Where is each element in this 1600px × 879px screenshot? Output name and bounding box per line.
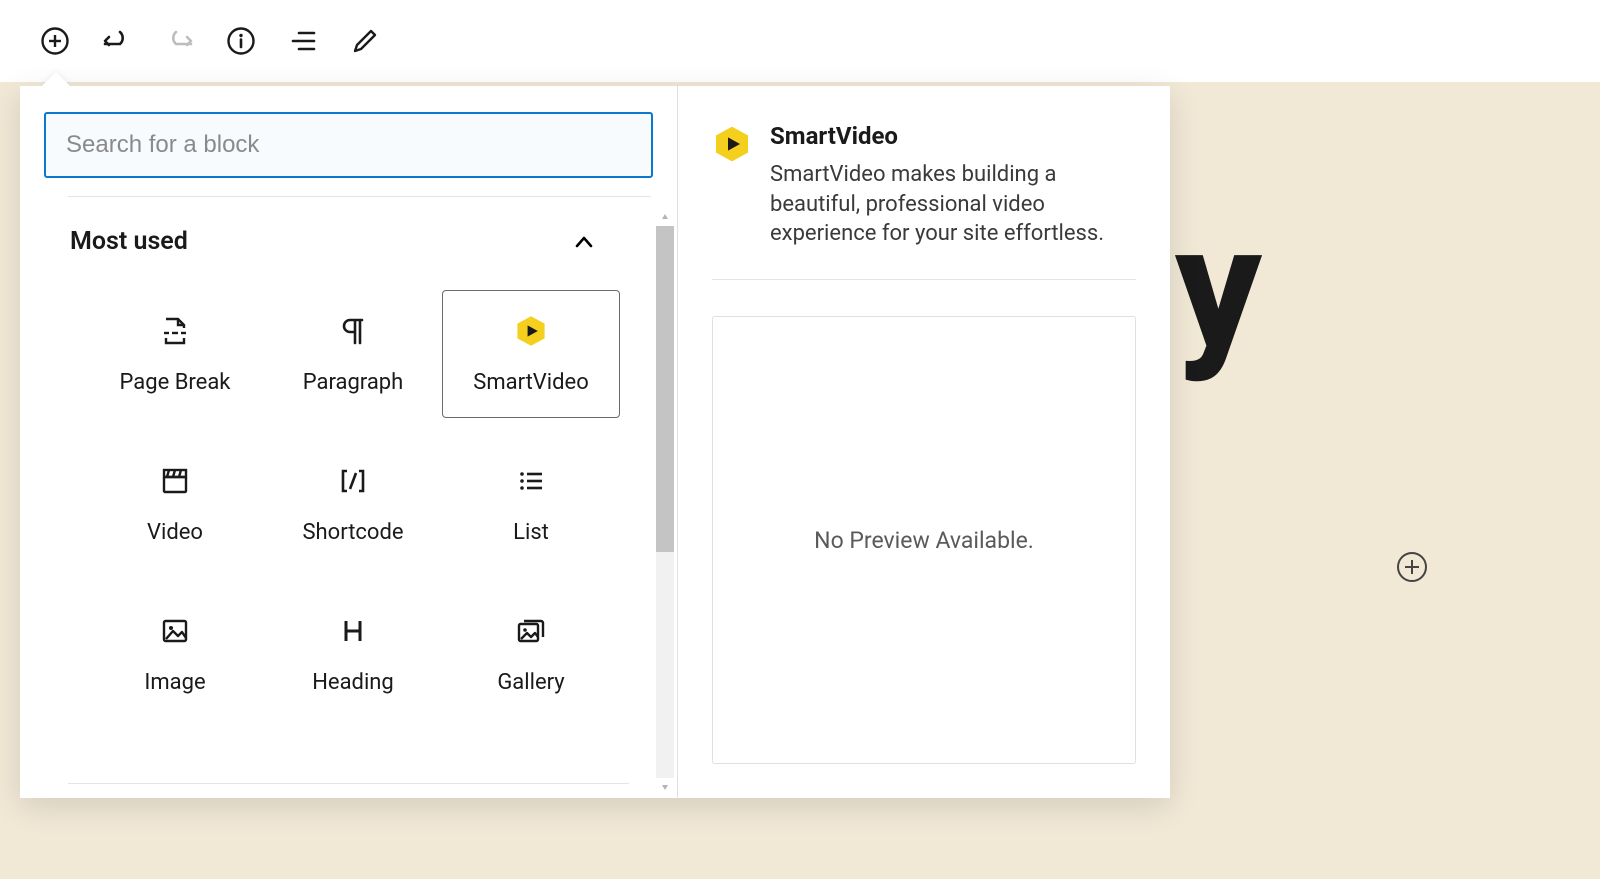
divider <box>68 783 629 784</box>
block-label: Shortcode <box>302 520 403 545</box>
redo-button[interactable] <box>162 24 196 58</box>
preview-description: SmartVideo makes building a beautiful, p… <box>770 160 1130 249</box>
block-item-smartvideo[interactable]: SmartVideo <box>442 290 620 418</box>
clapper-icon <box>158 464 192 498</box>
undo-icon <box>102 26 132 56</box>
block-label: Gallery <box>497 670 564 695</box>
post-title-fragment: y <box>1175 202 1258 372</box>
block-item-image[interactable]: Image <box>86 590 264 718</box>
scroll-thumb[interactable] <box>656 226 674 552</box>
pilcrow-icon <box>336 314 370 348</box>
add-block-button[interactable] <box>38 24 72 58</box>
shortcode-icon <box>336 464 370 498</box>
gallery-icon <box>514 614 548 648</box>
info-button[interactable] <box>224 24 258 58</box>
heading-icon <box>336 614 370 648</box>
smartvideo-icon <box>712 124 752 164</box>
section-title: Most used <box>70 227 188 256</box>
redo-icon <box>164 26 194 56</box>
block-search-input[interactable] <box>44 112 653 178</box>
preview-empty-text: No Preview Available. <box>814 527 1034 554</box>
block-item-paragraph[interactable]: Paragraph <box>264 290 442 418</box>
image-icon <box>158 614 192 648</box>
outline-button[interactable] <box>286 24 320 58</box>
block-label: Heading <box>312 670 394 695</box>
scroll-track[interactable] <box>656 226 674 778</box>
plus-circle-icon <box>40 26 70 56</box>
block-grid: Page Break Paragraph SmartVideo Video Shortc… <box>20 290 677 748</box>
info-icon <box>226 26 256 56</box>
block-label: Paragraph <box>303 370 404 395</box>
smartvideo-icon <box>514 314 548 348</box>
append-block-button[interactable] <box>1397 552 1427 582</box>
scrollbar <box>653 206 677 798</box>
edit-button[interactable] <box>348 24 382 58</box>
scroll-down-button[interactable] <box>653 778 677 798</box>
block-item-list[interactable]: List <box>442 440 620 568</box>
scroll-up-button[interactable] <box>653 206 677 226</box>
block-list-panel: Most used Page Break Paragraph SmartVideo V… <box>20 86 678 798</box>
pencil-icon <box>350 26 380 56</box>
block-inserter-popover: Most used Page Break Paragraph SmartVideo V… <box>20 86 1170 798</box>
chevron-up-icon <box>571 229 597 255</box>
block-label: List <box>513 520 549 545</box>
preview-title: SmartVideo <box>770 122 1130 150</box>
block-label: SmartVideo <box>473 370 589 395</box>
block-item-page-break[interactable]: Page Break <box>86 290 264 418</box>
block-item-video[interactable]: Video <box>86 440 264 568</box>
editor-toolbar <box>0 0 1600 82</box>
undo-button[interactable] <box>100 24 134 58</box>
outline-icon <box>288 26 318 56</box>
page-break-icon <box>158 314 192 348</box>
block-label: Video <box>147 520 203 545</box>
block-label: Page Break <box>120 370 231 395</box>
block-item-shortcode[interactable]: Shortcode <box>264 440 442 568</box>
block-item-heading[interactable]: Heading <box>264 590 442 718</box>
list-icon <box>514 464 548 498</box>
block-preview-panel: SmartVideo SmartVideo makes building a b… <box>678 86 1170 798</box>
preview-box: No Preview Available. <box>712 316 1136 764</box>
block-label: Image <box>144 670 205 695</box>
section-toggle-most-used[interactable]: Most used <box>20 197 677 290</box>
block-item-gallery[interactable]: Gallery <box>442 590 620 718</box>
